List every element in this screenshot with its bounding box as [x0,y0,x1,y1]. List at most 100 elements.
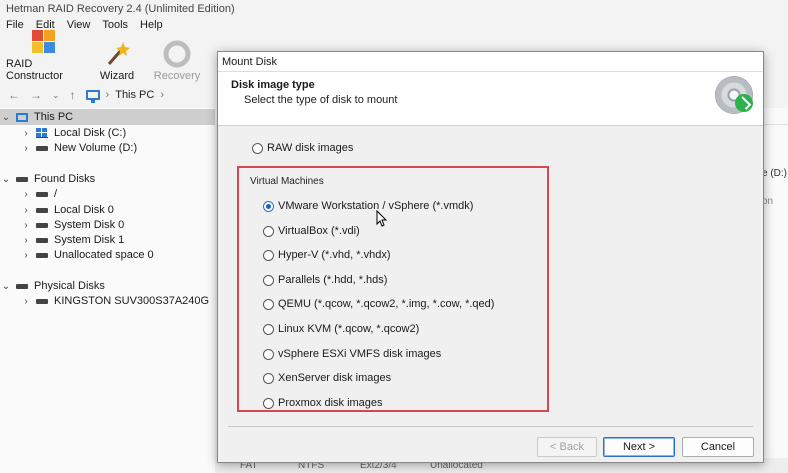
option-label: Hyper-V (*.vhd, *.vhdx) [278,249,391,261]
radio-icon[interactable] [263,225,274,237]
tree-item-this-pc[interactable]: ⌄ This PC [0,109,215,125]
tree-item-physical-disks[interactable]: ⌄ Physical Disks [0,278,105,294]
dialog-header: Disk image type Select the type of disk … [218,72,763,126]
menu-tools[interactable]: Tools [102,19,128,33]
menu-bar: File Edit View Tools Help [0,18,788,34]
back-button[interactable]: < Back [537,437,597,457]
drive-icon [16,283,28,289]
wand-icon [103,40,131,68]
group-label-virtual-machines: Virtual Machines [250,176,324,187]
chevron-right-icon[interactable]: › [20,205,32,216]
dialog-subheading: Select the type of disk to mount [244,94,398,106]
tree-label: System Disk 1 [54,234,125,246]
chevron-right-icon[interactable]: › [20,235,32,246]
tree-label: System Disk 0 [54,219,125,231]
up-arrow-icon[interactable]: ↑ [70,88,76,102]
tree-label: Local Disk (C:) [54,127,127,139]
forward-arrow-icon[interactable]: → [30,88,42,102]
tree-label: This PC [34,111,74,123]
monitor-icon [16,112,28,122]
option-label: QEMU (*.qcow, *.qcow2, *.img, *.cow, *.q… [278,298,495,310]
recovery-label: Recovery [153,70,201,82]
radio-icon[interactable] [252,142,263,154]
drive-icon [36,252,48,258]
menu-help[interactable]: Help [140,19,163,33]
dialog-title: Mount Disk [218,52,763,72]
drive-icon [36,145,48,151]
option-vsphere-esxi[interactable]: vSphere ESXi VMFS disk images [263,348,441,360]
tree-label: Local Disk 0 [54,204,114,216]
disc-mount-icon [715,76,753,114]
tree-item-system-disk-1[interactable]: › System Disk 1 [20,232,124,248]
breadcrumb[interactable]: › This PC › [85,89,165,103]
tree-item-kingston[interactable]: › KINGSTON SUV300S37A240G [20,293,209,309]
monitor-icon [85,90,100,103]
expand-icon[interactable]: ⌄ [0,112,12,123]
tree-item-root[interactable]: › / [20,186,57,202]
radio-icon[interactable] [263,298,274,310]
option-label: Proxmox disk images [278,397,383,409]
chevron-right-icon: › [160,89,165,101]
radio-icon[interactable] [263,249,274,261]
tree-item-unallocated-0[interactable]: › Unallocated space 0 [20,247,154,263]
chevron-right-icon[interactable]: › [20,189,32,200]
option-raw[interactable]: RAW disk images [252,142,353,154]
windows-drive-icon [36,128,48,138]
tree-label: Found Disks [34,173,96,185]
next-button[interactable]: Next > [603,437,675,457]
right-pane-drive-label: e (D:) [762,168,787,179]
radio-icon[interactable] [263,372,274,384]
back-arrow-icon[interactable]: ← [8,88,20,102]
drive-icon [36,237,48,243]
tree-label: Unallocated space 0 [54,249,154,261]
option-xenserver[interactable]: XenServer disk images [263,372,391,384]
radio-icon[interactable] [263,397,274,409]
tree-item-local-disk-c[interactable]: › Local Disk (C:) [20,125,126,141]
tree-item-system-disk-0[interactable]: › System Disk 0 [20,217,124,233]
mount-disk-dialog: Mount Disk Disk image type Select the ty… [217,51,764,463]
chevron-right-icon[interactable]: › [20,128,32,139]
chevron-down-icon[interactable]: ⌄ [52,90,60,101]
tree-item-new-volume-d[interactable]: › New Volume (D:) [20,140,137,156]
option-label: vSphere ESXi VMFS disk images [278,348,442,360]
dialog-separator [228,426,753,427]
option-qemu[interactable]: QEMU (*.qcow, *.qcow2, *.img, *.cow, *.q… [263,298,494,310]
tree-label: / [54,188,58,200]
raid-constructor-button[interactable]: RAID Constructor [6,28,82,82]
cancel-button[interactable]: Cancel [682,437,754,457]
drive-icon [36,191,48,197]
option-parallels[interactable]: Parallels (*.hdd, *.hds) [263,274,387,286]
chevron-right-icon[interactable]: › [20,143,32,154]
tree-item-local-disk-0[interactable]: › Local Disk 0 [20,202,114,218]
wizard-label: Wizard [99,70,135,82]
radio-icon[interactable] [263,323,274,335]
expand-icon[interactable]: ⌄ [0,174,12,185]
lifebuoy-icon [163,40,191,68]
expand-icon[interactable]: ⌄ [0,281,12,292]
drive-icon [36,298,48,304]
option-label: Linux KVM (*.qcow, *.qcow2) [278,323,420,335]
option-linux-kvm[interactable]: Linux KVM (*.qcow, *.qcow2) [263,323,419,335]
dialog-heading: Disk image type [231,79,315,91]
radio-icon[interactable] [263,200,274,212]
tree-label: New Volume (D:) [54,142,138,154]
puzzle-icon [30,28,58,56]
wizard-button[interactable]: Wizard [92,40,142,82]
recovery-button[interactable]: Recovery [152,40,202,82]
option-label: XenServer disk images [278,372,392,384]
chevron-right-icon[interactable]: › [20,220,32,231]
option-hyper-v[interactable]: Hyper-V (*.vhd, *.vhdx) [263,249,390,261]
option-virtualbox[interactable]: VirtualBox (*.vdi) [263,225,360,237]
disk-tree: ⌄ This PC › Local Disk (C:) › New Volume… [0,108,215,473]
chevron-right-icon[interactable]: › [20,296,32,307]
radio-icon[interactable] [263,274,274,286]
chevron-right-icon: › [105,89,110,101]
radio-icon[interactable] [263,348,274,360]
option-vmware[interactable]: VMware Workstation / vSphere (*.vmdk) [263,200,473,212]
tree-label: KINGSTON SUV300S37A240G [54,295,210,307]
tree-item-found-disks[interactable]: ⌄ Found Disks [0,171,95,187]
app-title: Hetman RAID Recovery 2.4 (Unlimited Edit… [0,0,788,18]
option-proxmox[interactable]: Proxmox disk images [263,397,383,409]
chevron-right-icon[interactable]: › [20,250,32,261]
navigation-bar: ← → ⌄ ↑ › This PC › [0,84,215,106]
